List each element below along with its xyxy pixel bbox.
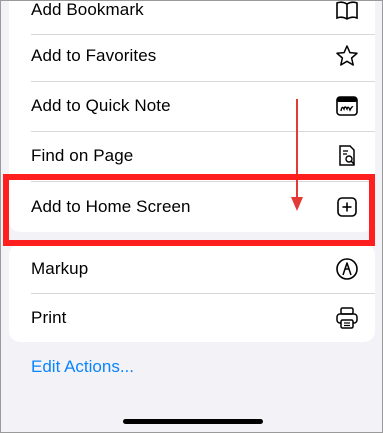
star-icon (335, 44, 359, 68)
add-to-favorites-label: Add to Favorites (31, 46, 157, 65)
markup-icon (335, 257, 359, 281)
home-indicator (123, 419, 263, 424)
markup-label: Markup (31, 259, 89, 278)
quick-note-icon (335, 94, 359, 118)
add-to-quick-note-row[interactable]: Add to Quick Note (9, 81, 375, 131)
edit-actions-link[interactable]: Edit Actions... (31, 357, 134, 377)
add-bookmark-label: Add Bookmark (31, 0, 144, 19)
share-actions-card-secondary: Markup Print (9, 244, 375, 342)
printer-icon (335, 306, 359, 330)
add-to-favorites-row[interactable]: Add to Favorites (9, 31, 375, 81)
markup-row[interactable]: Markup (9, 244, 375, 294)
highlight-box (3, 174, 375, 246)
book-icon (335, 0, 359, 22)
find-on-page-label: Find on Page (31, 146, 134, 165)
add-to-quick-note-label: Add to Quick Note (31, 96, 171, 115)
find-on-page-icon (335, 144, 359, 168)
print-label: Print (31, 308, 67, 327)
add-bookmark-row[interactable]: Add Bookmark (9, 0, 375, 35)
print-row[interactable]: Print (9, 293, 375, 343)
